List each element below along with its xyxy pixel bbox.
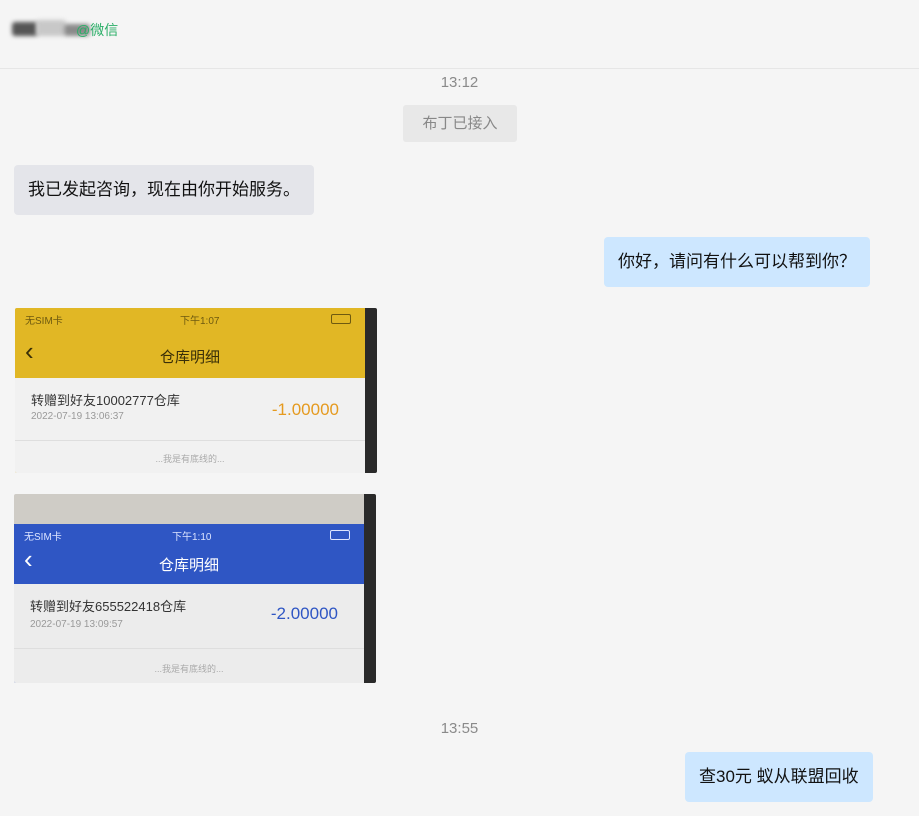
list-end-footer: ...我是有底线的... <box>155 454 225 464</box>
status-time: 下午1:10 <box>172 532 212 543</box>
battery-icon <box>330 530 350 540</box>
message-bubble-sent[interactable]: 查30元 蚁从联盟回收 <box>685 752 873 802</box>
phone-nav-bar: ‹ 仓库明细 <box>15 330 365 378</box>
phone-page-title: 仓库明细 <box>158 557 219 574</box>
phone-screen: 无SIM卡 下午1:10 ‹ 仓库明细 转赠到好友655522418仓库 202… <box>14 524 364 683</box>
system-note: 布丁已接入 <box>403 105 517 142</box>
status-carrier: 无SIM卡 <box>24 532 62 543</box>
image-message[interactable]: 无SIM卡 下午1:07 ‹ 仓库明细 转赠到好友10002777仓库 2022… <box>15 308 377 473</box>
record-title: 转赠到好友10002777仓库 <box>31 393 180 408</box>
chat-header: @微信 <box>0 0 919 69</box>
status-carrier: 无SIM卡 <box>25 316 63 327</box>
phone-screen: 无SIM卡 下午1:07 ‹ 仓库明细 转赠到好友10002777仓库 2022… <box>15 308 365 473</box>
message-timestamp: 13:12 <box>440 74 479 91</box>
record-date: 2022-07-19 13:09:57 <box>30 619 123 630</box>
image-message[interactable]: 无SIM卡 下午1:10 ‹ 仓库明细 转赠到好友655522418仓库 202… <box>14 494 376 683</box>
wechat-source-tag: @微信 <box>76 22 119 38</box>
phone-status-bar: 无SIM卡 下午1:07 <box>15 308 365 330</box>
message-bubble-sent[interactable]: 你好，请问有什么可以帮到你？ <box>604 237 870 287</box>
blurred-avatar <box>12 22 38 36</box>
phone-bezel <box>364 494 376 683</box>
record-list: 转赠到好友655522418仓库 2022-07-19 13:09:57 -2.… <box>14 584 364 683</box>
blurred-name-part <box>36 20 66 36</box>
record-amount: -1.00000 <box>271 400 339 419</box>
record-amount: -2.00000 <box>270 604 338 623</box>
phone-status-bar: 无SIM卡 下午1:10 <box>14 524 364 546</box>
record-list: 转赠到好友10002777仓库 2022-07-19 13:06:37 -1.0… <box>15 378 365 473</box>
record-divider <box>14 648 364 649</box>
phone-nav-bar: ‹ 仓库明细 <box>14 544 364 584</box>
message-bubble-received[interactable]: 我已发起咨询，现在由你开始服务。 <box>14 165 314 215</box>
battery-icon <box>331 314 351 324</box>
list-end-footer: ...我是有底线的... <box>154 664 224 674</box>
record-title: 转赠到好友655522418仓库 <box>30 599 187 614</box>
message-timestamp: 13:55 <box>440 720 479 737</box>
phone-bezel <box>365 308 377 473</box>
phone-page-title: 仓库明细 <box>159 349 220 366</box>
record-divider <box>15 440 365 441</box>
record-date: 2022-07-19 13:06:37 <box>31 411 124 422</box>
status-time: 下午1:07 <box>180 316 220 327</box>
